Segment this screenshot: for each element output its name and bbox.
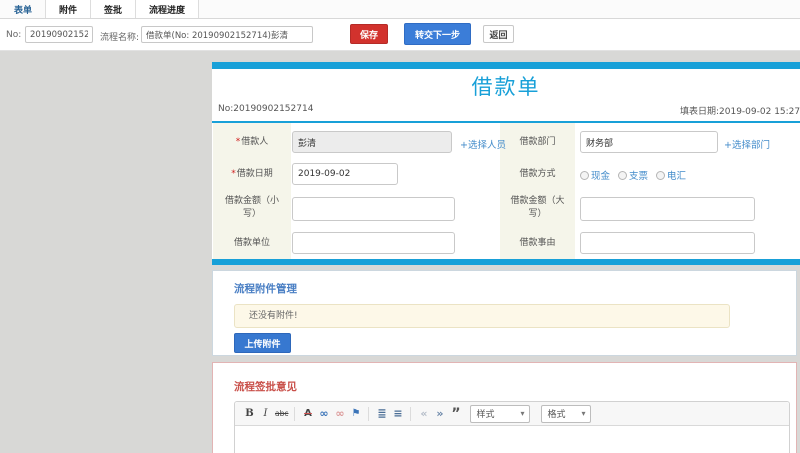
select-department-link[interactable]: +选择部门 — [724, 137, 770, 151]
loan-unit-input[interactable] — [292, 232, 455, 254]
loan-method-label: 借款方式 — [519, 169, 556, 179]
loan-date-input[interactable] — [292, 163, 398, 185]
amount-lowercase-label: 借款金额（小写） — [224, 196, 279, 219]
process-name-input[interactable] — [141, 26, 313, 43]
forward-next-step-button[interactable]: 转交下一步 — [404, 23, 471, 45]
tab-approval[interactable]: 签批 — [91, 0, 137, 18]
unordered-list-icon[interactable]: ≡ — [391, 404, 404, 424]
loan-form-card: 借款单 No:20190902152714 填表日期:2019-09-02 15… — [212, 62, 800, 265]
italic-icon[interactable]: I — [259, 404, 272, 424]
department-input[interactable] — [580, 131, 718, 153]
editor-toolbar: B I abc A ∞ ∞ ⚑ ≣ ≡ « » ” 样式 ▾ 格式 ▾ — [235, 402, 789, 426]
strikethrough-icon[interactable]: abc — [275, 404, 288, 424]
toolbar-separator — [294, 406, 296, 421]
form-meta-row: No:20190902152714 填表日期:2019-09-02 15:27:… — [212, 101, 800, 119]
loan-reason-input[interactable] — [580, 232, 755, 254]
card-bottom-accent-bar — [212, 259, 800, 265]
process-name-label: 流程名称: — [100, 33, 140, 43]
no-attachments-alert: 还没有附件! — [234, 304, 730, 328]
required-marker: * — [235, 137, 241, 147]
loan-method-radio-group: 现金 支票 电汇 — [580, 168, 686, 182]
loan-date-label: *借款日期 — [231, 169, 273, 179]
anchor-flag-icon[interactable]: ⚑ — [349, 404, 362, 424]
outdent-icon[interactable]: « — [417, 404, 430, 424]
borrower-input[interactable] — [292, 131, 452, 153]
attachments-panel-title: 流程附件管理 — [234, 283, 297, 295]
approval-panel-title: 流程签批意见 — [234, 381, 297, 393]
editor-content-area[interactable] — [235, 426, 789, 453]
approval-panel: 流程签批意见 B I abc A ∞ ∞ ⚑ ≣ ≡ « » ” 样式 ▾ 格式… — [212, 362, 797, 453]
ordered-list-icon[interactable]: ≣ — [375, 404, 388, 424]
top-tab-bar: 表单 附件 签批 流程进度 — [0, 0, 800, 19]
form-fill-date: 填表日期:2019-09-02 15:27:1 — [680, 107, 800, 117]
loan-reason-label: 借款事由 — [519, 238, 556, 248]
card-top-accent-bar — [212, 62, 800, 69]
radio-circle-icon[interactable] — [580, 170, 589, 180]
attachments-panel: 流程附件管理 还没有附件! 上传附件 — [212, 270, 797, 356]
radio-cash[interactable]: 现金 — [580, 168, 610, 182]
rich-text-editor: B I abc A ∞ ∞ ⚑ ≣ ≡ « » ” 样式 ▾ 格式 ▾ — [234, 401, 790, 453]
amount-uppercase-input[interactable] — [580, 197, 755, 221]
radio-circle-icon[interactable] — [618, 170, 628, 180]
format-dropdown[interactable]: 格式 ▾ — [541, 404, 592, 423]
radio-wire-transfer[interactable]: 电汇 — [656, 168, 686, 182]
amount-uppercase-label: 借款金额（大写） — [510, 196, 565, 219]
tab-attachments[interactable]: 附件 — [46, 0, 92, 18]
no-input[interactable] — [25, 26, 93, 43]
chevron-down-icon: ▾ — [520, 409, 525, 418]
no-label: No: — [6, 30, 22, 40]
blockquote-icon[interactable]: ” — [449, 407, 462, 421]
loan-unit-label: 借款单位 — [233, 238, 270, 248]
remove-format-icon[interactable]: A — [301, 404, 314, 424]
chevron-down-icon: ▾ — [581, 409, 586, 418]
tab-progress[interactable]: 流程进度 — [136, 0, 200, 18]
radio-circle-icon[interactable] — [656, 170, 666, 180]
indent-icon[interactable]: » — [433, 404, 446, 424]
styles-dropdown[interactable]: 样式 ▾ — [470, 404, 531, 423]
toolbar: No: 流程名称: 保存 转交下一步 返回 — [0, 19, 800, 51]
form-title: 借款单 — [471, 75, 541, 99]
toolbar-separator — [410, 406, 412, 421]
department-label: 借款部门 — [519, 137, 556, 147]
borrower-label: *借款人 — [235, 137, 269, 147]
required-marker: * — [231, 169, 236, 179]
upload-attachment-button[interactable]: 上传附件 — [234, 333, 291, 353]
form-number: No:20190902152714 — [218, 104, 314, 114]
radio-cheque[interactable]: 支票 — [618, 168, 648, 182]
bold-icon[interactable]: B — [243, 404, 256, 424]
unlink-icon[interactable]: ∞ — [333, 404, 346, 424]
toolbar-separator — [368, 406, 370, 421]
insert-link-icon[interactable]: ∞ — [317, 404, 330, 424]
tab-form[interactable]: 表单 — [0, 0, 47, 18]
save-button[interactable]: 保存 — [350, 24, 388, 44]
amount-lowercase-input[interactable] — [292, 197, 455, 221]
back-button[interactable]: 返回 — [483, 25, 514, 43]
form-fields-area: *借款人 +选择人员 借款部门 +选择部门 *借款日期 借款方式 现金 支票 电… — [212, 123, 800, 259]
